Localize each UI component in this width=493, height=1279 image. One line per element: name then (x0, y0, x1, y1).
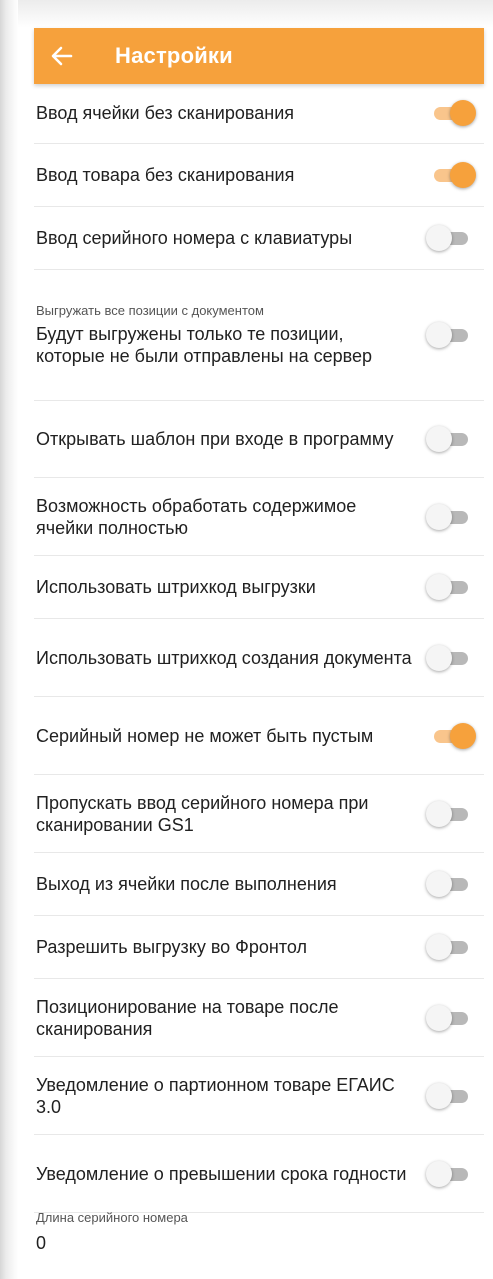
toggle-switch[interactable] (426, 643, 470, 673)
switch-thumb (426, 574, 452, 600)
page-title: Настройки (115, 43, 233, 68)
switch-thumb (450, 162, 476, 188)
setting-label: Будут выгружены только те позиции, котор… (36, 324, 372, 366)
setting-sublabel: Выгружать все позиции с документом (36, 303, 264, 318)
switch-thumb (426, 225, 452, 251)
toggle-switch[interactable] (426, 1159, 470, 1189)
setting-label: Выход из ячейки после выполнения (36, 874, 337, 894)
switch-thumb (426, 871, 452, 897)
switch-thumb (426, 800, 452, 827)
toggle-switch[interactable] (426, 572, 470, 602)
toggle-switch[interactable] (432, 721, 476, 751)
setting-row[interactable]: Пропускать ввод серийного номера при ска… (34, 775, 484, 853)
setting-row[interactable]: Уведомление о превышении срока годности (34, 1135, 484, 1213)
serial-length-field[interactable]: Длина серийного номера 0 (36, 1210, 476, 1254)
setting-row[interactable]: Ввод серийного номера с клавиатуры (34, 207, 484, 270)
setting-row[interactable]: Выгружать все позиции с документом Будут… (34, 270, 484, 401)
toggle-switch[interactable] (432, 160, 476, 190)
toggle-switch[interactable] (426, 799, 470, 829)
settings-list: Ввод ячейки без сканирования Ввод товара… (34, 82, 484, 1213)
switch-thumb (426, 426, 452, 452)
switch-thumb (426, 503, 452, 530)
switch-thumb (426, 934, 452, 960)
arrow-left-icon[interactable] (34, 28, 90, 84)
setting-label: Ввод серийного номера с клавиатуры (36, 228, 353, 248)
switch-thumb (426, 1160, 452, 1187)
setting-label: Использовать штрихкод создания документа (36, 647, 412, 668)
setting-text-block: Выгружать все позиции с документом Будут… (36, 303, 416, 367)
app-bar: Настройки (34, 28, 484, 84)
setting-row[interactable]: Разрешить выгрузку во Фронтол (34, 916, 484, 979)
toggle-switch[interactable] (426, 932, 470, 962)
setting-label: Уведомление о превышении срока годности (36, 1163, 407, 1184)
setting-row[interactable]: Использовать штрихкод выгрузки (34, 556, 484, 619)
toggle-switch[interactable] (432, 98, 476, 128)
serial-length-label: Длина серийного номера (36, 1210, 188, 1225)
setting-row[interactable]: Выход из ячейки после выполнения (34, 853, 484, 916)
status-bar-shadow (18, 0, 493, 28)
switch-thumb (426, 644, 452, 671)
serial-length-value[interactable]: 0 (36, 1233, 476, 1254)
setting-row[interactable]: Возможность обработать содержимое ячейки… (34, 478, 484, 556)
setting-label: Ввод товара без сканирования (36, 165, 295, 185)
toggle-switch[interactable] (426, 1003, 470, 1033)
switch-thumb (426, 322, 452, 348)
setting-row[interactable]: Уведомление о партионном товаре ЕГАИС 3.… (34, 1057, 484, 1135)
toggle-switch[interactable] (426, 869, 470, 899)
setting-row[interactable]: Серийный номер не может быть пустым (34, 697, 484, 775)
settings-screen: Настройки Ввод ячейки без сканирования В… (0, 0, 493, 1279)
toggle-switch[interactable] (426, 424, 470, 454)
switch-thumb (426, 1004, 452, 1031)
toggle-switch[interactable] (426, 320, 470, 350)
switch-thumb (426, 1082, 452, 1109)
setting-label: Серийный номер не может быть пустым (36, 725, 374, 746)
switch-thumb (450, 99, 476, 126)
setting-label: Возможность обработать содержимое ячейки… (36, 495, 357, 538)
setting-label: Ввод ячейки без сканирования (36, 102, 294, 123)
toggle-switch[interactable] (426, 223, 470, 253)
toggle-switch[interactable] (426, 502, 470, 532)
setting-row[interactable]: Использовать штрихкод создания документа (34, 619, 484, 697)
setting-label: Уведомление о партионном товаре ЕГАИС 3.… (36, 1074, 395, 1117)
setting-row[interactable]: Позиционирование на товаре после сканиро… (34, 979, 484, 1057)
window-edge-shadow (0, 0, 18, 1279)
setting-label: Использовать штрихкод выгрузки (36, 577, 316, 597)
setting-row[interactable]: Открывать шаблон при входе в программу (34, 401, 484, 478)
setting-row[interactable]: Ввод товара без сканирования (34, 144, 484, 207)
setting-label: Позиционирование на товаре после сканиро… (36, 996, 339, 1039)
toggle-switch[interactable] (426, 1081, 470, 1111)
switch-thumb (450, 722, 476, 749)
setting-label: Открывать шаблон при входе в программу (36, 429, 394, 449)
setting-row[interactable]: Ввод ячейки без сканирования (34, 82, 484, 144)
setting-label: Пропускать ввод серийного номера при ска… (36, 792, 369, 835)
setting-label: Разрешить выгрузку во Фронтол (36, 937, 307, 957)
